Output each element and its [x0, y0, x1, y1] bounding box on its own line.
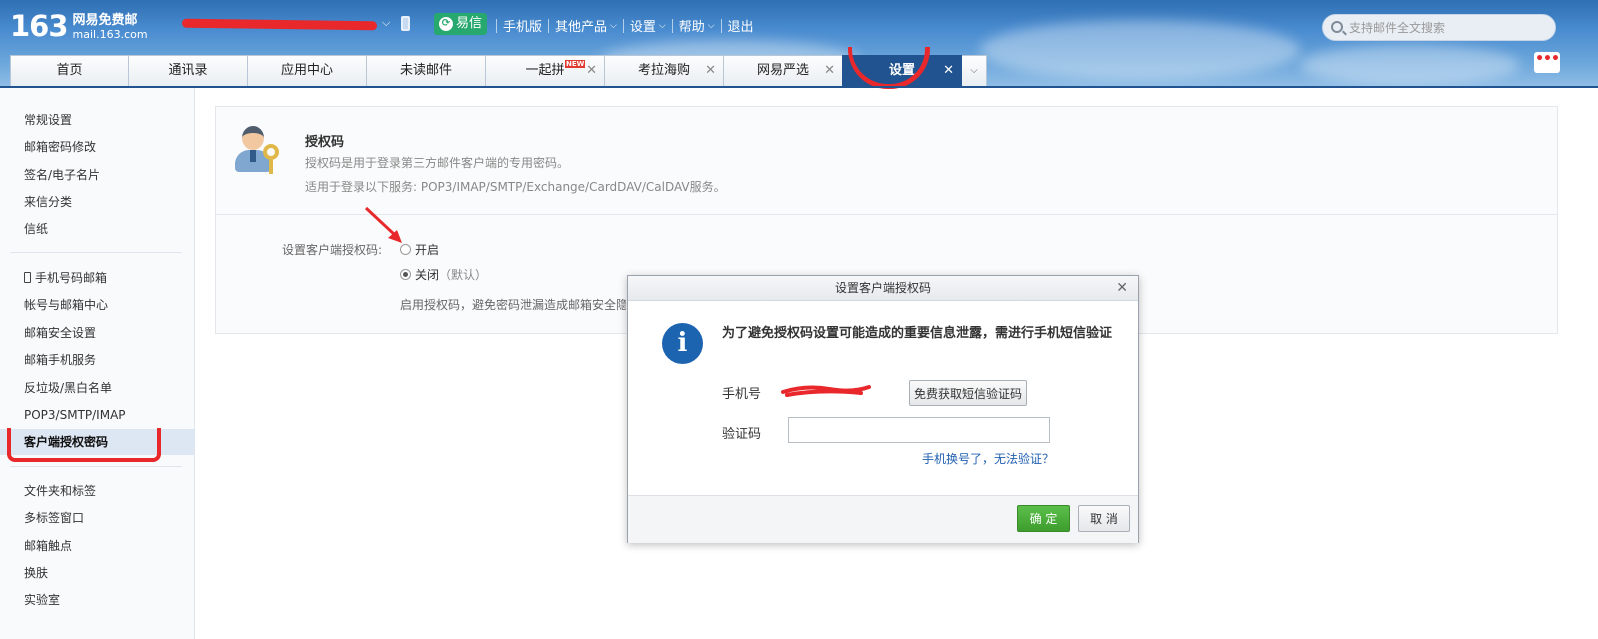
auth-note: 启用授权码，避免密码泄漏造成邮箱安全隐患: [400, 298, 626, 312]
dialog-message: 为了避免授权码设置可能造成的重要信息泄露，需进行手机短信验证: [722, 326, 1113, 341]
tab-bar: 首页 通讯录 应用中心 未读邮件 一起拼 NEW ✕ 考拉海购 ✕ 网易严选 ✕…: [10, 55, 987, 86]
logo-number: 163: [10, 9, 69, 43]
nav-settings[interactable]: 设置 ⌵: [624, 16, 672, 35]
chevron-down-icon: ⌵: [970, 65, 978, 76]
tab-yiqipin[interactable]: 一起拼 NEW ✕: [485, 55, 605, 86]
sidebar-item-touchpoint[interactable]: 邮箱触点: [24, 536, 72, 556]
radio-button[interactable]: [400, 269, 411, 280]
section-title: 授权码: [305, 135, 345, 150]
tab-contacts[interactable]: 通讯录: [128, 55, 248, 86]
sidebar-item-folders[interactable]: 文件夹和标签: [24, 481, 96, 501]
settings-sidebar: 常规设置 邮箱密码修改 签名/电子名片 来信分类 信纸 手机号码邮箱 帐号与邮箱…: [0, 88, 195, 639]
chevron-down-icon: ⌵: [658, 20, 666, 31]
section-description: 授权码是用于登录第三方邮件客户端的专用密码。: [305, 156, 570, 170]
logo-en-text: mail.163.com: [72, 28, 148, 41]
dialog-title: 设置客户端授权码: [834, 281, 931, 295]
close-icon[interactable]: ✕: [824, 56, 835, 86]
redaction-scribble: [181, 18, 378, 31]
account-name-redacted[interactable]: [181, 14, 380, 36]
get-sms-code-button[interactable]: 免费获取短信验证码: [909, 380, 1027, 406]
code-label: 验证码: [722, 427, 762, 442]
sidebar-item-phone-mailbox[interactable]: 手机号码邮箱: [24, 268, 107, 288]
tab-home[interactable]: 首页: [10, 55, 129, 86]
nav-mobile[interactable]: 手机版: [497, 16, 548, 35]
annotation-arrow-icon: [364, 206, 402, 243]
sidebar-item-signature[interactable]: 签名/电子名片: [24, 165, 100, 185]
tab-overflow-button[interactable]: ⌵: [961, 55, 987, 86]
search-input[interactable]: [1349, 19, 1549, 37]
confirm-button[interactable]: 确 定: [1017, 505, 1070, 532]
logo-cn-text: 网易免费邮: [72, 13, 138, 28]
close-icon[interactable]: ✕: [1116, 276, 1128, 300]
sidebar-item-antispam[interactable]: 反垃圾/黑白名单: [24, 378, 112, 398]
sidebar-item-pop3[interactable]: POP3/SMTP/IMAP: [24, 405, 126, 425]
close-icon[interactable]: ✕: [586, 56, 597, 86]
sidebar-item-mobile-service[interactable]: 邮箱手机服务: [24, 350, 96, 370]
sidebar-item-skin[interactable]: 换肤: [24, 563, 48, 583]
yixin-label: 易信: [456, 16, 483, 31]
chevron-down-icon[interactable]: ⌵: [382, 16, 390, 30]
sidebar-item-multitab[interactable]: 多标签窗口: [24, 508, 84, 528]
user-key-icon: [233, 124, 285, 176]
sidebar-item-general[interactable]: 常规设置: [24, 110, 72, 130]
radio-enable[interactable]: 开启: [400, 241, 439, 258]
new-badge: NEW: [565, 60, 586, 68]
close-icon[interactable]: ✕: [705, 56, 716, 86]
info-icon: i: [662, 323, 703, 364]
dialog-titlebar: 设置客户端授权码 ✕: [628, 276, 1138, 301]
sidebar-item-filters[interactable]: 来信分类: [24, 192, 72, 212]
nav-logout[interactable]: 退出: [722, 16, 760, 35]
sidebar-item-password[interactable]: 邮箱密码修改: [24, 137, 96, 157]
top-nav: 手机版 其他产品 ⌵ 设置 ⌵ 帮助 ⌵ 退出: [496, 16, 760, 35]
chevron-down-icon: ⌵: [610, 20, 617, 31]
more-dots-icon[interactable]: •••: [1534, 52, 1560, 73]
mobile-phone-icon: [24, 272, 31, 283]
radio-disable[interactable]: 关闭 （默认）: [400, 266, 487, 283]
yixin-button[interactable]: ⟳ 易信: [434, 13, 487, 35]
phone-changed-link[interactable]: 手机换号了，无法验证？: [922, 450, 1054, 467]
tab-kaola[interactable]: 考拉海购 ✕: [604, 55, 724, 86]
sidebar-item-account-center[interactable]: 帐号与邮箱中心: [24, 295, 108, 315]
sms-verify-dialog: 设置客户端授权码 ✕ i 为了避免授权码设置可能造成的重要信息泄露，需进行手机短…: [627, 275, 1139, 543]
yixin-icon: ⟳: [439, 17, 453, 31]
mobile-phone-icon[interactable]: [401, 16, 410, 31]
phone-label: 手机号: [722, 387, 762, 402]
logo[interactable]: 163 网易免费邮 mail.163.com: [10, 10, 148, 44]
nav-help[interactable]: 帮助 ⌵: [673, 16, 721, 35]
section-services: 适用于登录以下服务: POP3/IMAP/SMTP/Exchange/CardD…: [305, 180, 726, 194]
tab-yanxuan[interactable]: 网易严选 ✕: [723, 55, 843, 86]
sidebar-item-lab[interactable]: 实验室: [24, 590, 60, 610]
close-icon[interactable]: ✕: [943, 56, 954, 86]
tab-unread[interactable]: 未读邮件: [366, 55, 486, 86]
search-icon[interactable]: [1331, 21, 1343, 33]
tab-app-center[interactable]: 应用中心: [247, 55, 367, 86]
cancel-button[interactable]: 取 消: [1078, 505, 1130, 532]
sidebar-item-stationery[interactable]: 信纸: [24, 219, 48, 239]
highlight-scribble: [7, 428, 161, 462]
mail-search[interactable]: [1322, 14, 1556, 41]
chevron-down-icon: ⌵: [707, 20, 715, 31]
verification-code-input[interactable]: [788, 417, 1050, 443]
sidebar-item-security[interactable]: 邮箱安全设置: [24, 323, 96, 343]
redaction-scribble: [781, 385, 871, 397]
nav-other-products[interactable]: 其他产品 ⌵: [549, 16, 623, 35]
